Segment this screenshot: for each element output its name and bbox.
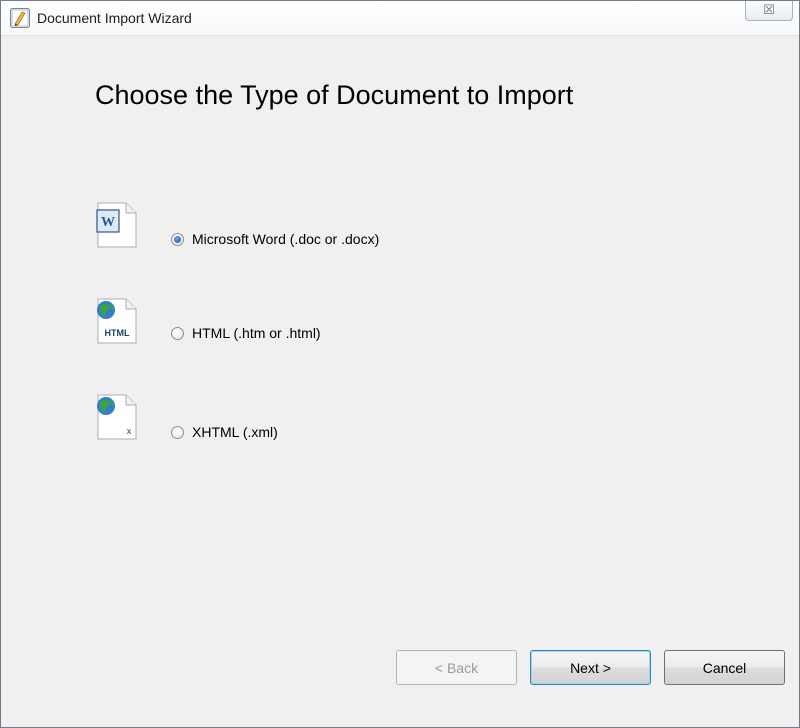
app-icon [10, 8, 30, 28]
option-microsoft-word[interactable]: Microsoft Word (.doc or .docx) [171, 229, 379, 249]
xhtml-document-icon: x [97, 394, 137, 440]
title-bar[interactable]: Document Import Wizard ☒ [1, 1, 799, 36]
option-label-html: HTML (.htm or .html) [192, 325, 321, 341]
html-document-icon: HTML [97, 298, 137, 344]
radio-microsoft-word[interactable] [171, 232, 184, 246]
svg-text:x: x [127, 426, 132, 436]
option-label-xhtml: XHTML (.xml) [192, 424, 278, 440]
option-xhtml[interactable]: XHTML (.xml) [171, 422, 278, 442]
window-title: Document Import Wizard [37, 10, 192, 26]
svg-text:W: W [101, 215, 115, 230]
close-icon: ☒ [763, 2, 775, 17]
back-button[interactable]: < Back [396, 650, 517, 685]
cancel-button[interactable]: Cancel [664, 650, 785, 685]
wizard-window: Document Import Wizard ☒ Choose the Type… [0, 0, 800, 728]
next-button[interactable]: Next > [530, 650, 651, 685]
radio-xhtml[interactable] [171, 425, 184, 439]
wizard-content: Choose the Type of Document to Import W … [1, 36, 799, 727]
page-title: Choose the Type of Document to Import [95, 80, 574, 110]
close-button[interactable]: ☒ [745, 1, 793, 21]
word-document-icon: W [96, 202, 137, 248]
option-label-microsoft-word: Microsoft Word (.doc or .docx) [192, 231, 380, 247]
svg-text:HTML: HTML [105, 328, 130, 338]
radio-html[interactable] [171, 326, 184, 340]
option-html[interactable]: HTML (.htm or .html) [171, 323, 321, 343]
